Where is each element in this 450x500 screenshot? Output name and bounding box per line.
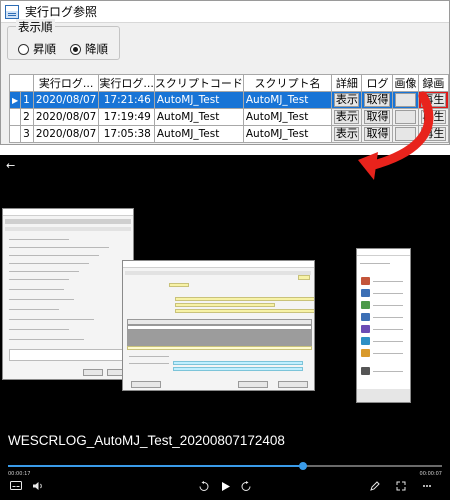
header-script-code[interactable]: スクリプトコード — [153, 74, 244, 92]
play-icon[interactable] — [220, 481, 231, 495]
header-indicator — [9, 74, 34, 92]
row-script-name: AutoMJ_Test — [242, 91, 333, 109]
header-exec-time[interactable]: 実行ログ... — [98, 74, 155, 92]
row-script-code: AutoMJ_Test — [153, 91, 244, 109]
rewind-10-icon[interactable] — [198, 481, 210, 495]
ascending-radio[interactable]: 昇順 — [18, 41, 56, 57]
row-indicator — [8, 125, 22, 143]
ascending-label: 昇順 — [33, 42, 56, 56]
subtitles-icon[interactable] — [10, 481, 22, 494]
player-controls — [0, 479, 450, 499]
fullscreen-icon[interactable] — [396, 481, 406, 494]
dialog-title: 実行ログ参照 — [25, 5, 98, 19]
header-exec-date[interactable]: 実行ログ... — [32, 74, 100, 92]
time-total: 00:00:07 — [419, 471, 442, 477]
row-script-code: AutoMJ_Test — [153, 125, 244, 143]
sort-order-title: 表示順 — [16, 19, 55, 35]
descending-label: 降順 — [85, 42, 108, 56]
row-time: 17:21:46 — [98, 91, 155, 109]
row-indicator: ▶ — [8, 91, 22, 109]
sort-order-group: 表示順 昇順 降順 — [7, 19, 120, 60]
recorded-launcher-window — [356, 248, 411, 403]
video-player: ← WESCRLOG_AutoMJ_Test_20200807172408 00… — [0, 155, 450, 500]
descending-radio[interactable]: 降順 — [70, 41, 108, 57]
volume-icon[interactable] — [32, 481, 44, 494]
header-script-name[interactable]: スクリプト名 — [242, 74, 333, 92]
more-icon[interactable] — [422, 481, 432, 494]
recorded-form-window — [122, 260, 315, 391]
seek-bar-progress — [8, 465, 304, 467]
row-script-code: AutoMJ_Test — [153, 108, 244, 126]
curved-arrow-icon — [358, 91, 434, 180]
recorded-settings-window — [2, 208, 134, 380]
seek-bar[interactable] — [8, 462, 442, 470]
row-date: 2020/08/07 — [32, 108, 100, 126]
seek-bar-thumb[interactable] — [299, 462, 308, 470]
descending-radio-circle[interactable] — [70, 43, 81, 55]
row-indicator — [8, 108, 22, 126]
dialog-titlebar: 実行ログ参照 — [1, 1, 449, 23]
ascending-radio-circle[interactable] — [18, 43, 29, 55]
edit-pen-icon[interactable] — [370, 481, 380, 494]
forward-30-icon[interactable] — [240, 481, 252, 495]
row-number: 2 — [20, 108, 34, 126]
row-date: 2020/08/07 — [32, 91, 100, 109]
row-time: 17:05:38 — [98, 125, 155, 143]
time-elapsed: 00:00:17 — [8, 471, 31, 477]
app-window-icon — [5, 4, 19, 19]
row-date: 2020/08/07 — [32, 125, 100, 143]
row-script-name: AutoMJ_Test — [242, 108, 333, 126]
row-script-name: AutoMJ_Test — [242, 125, 333, 143]
row-number: 1 — [20, 91, 34, 109]
video-caption: WESCRLOG_AutoMJ_Test_20200807172408 — [8, 433, 285, 448]
row-time: 17:19:49 — [98, 108, 155, 126]
back-arrow-icon[interactable]: ← — [6, 159, 15, 172]
row-number: 3 — [20, 125, 34, 143]
